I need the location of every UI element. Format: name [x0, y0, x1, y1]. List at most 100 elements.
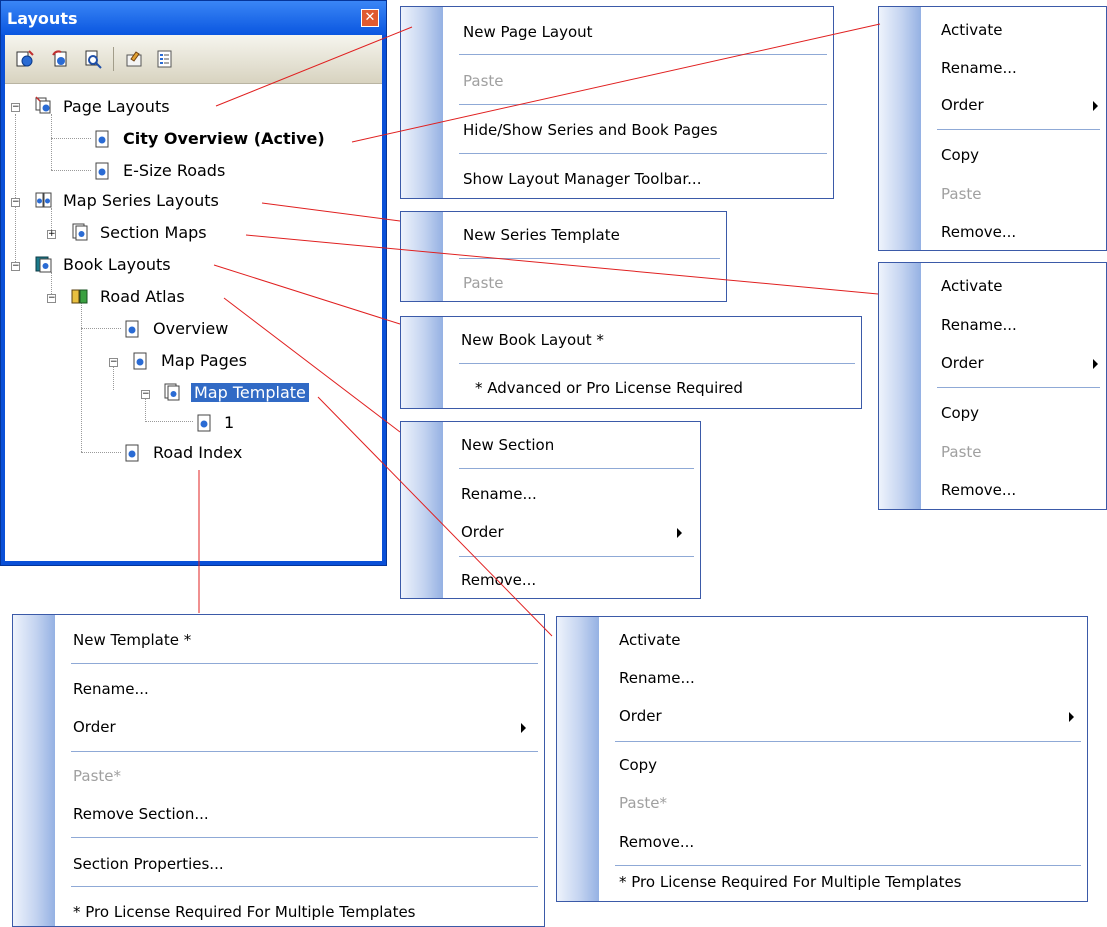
tree-label: Map Series Layouts — [63, 191, 219, 210]
menu-item-remove[interactable]: Remove... — [461, 571, 536, 589]
map-template-context-menu: Activate Rename... Order Copy Paste* Rem… — [556, 616, 1088, 902]
tree-item-road-index[interactable]: Road Index — [5, 442, 305, 464]
menu-item-new-page-layout[interactable]: New Page Layout — [463, 23, 593, 41]
page-layout-icon — [95, 162, 109, 180]
panel-titlebar[interactable]: Layouts ✕ — [1, 1, 386, 35]
menu-item-remove[interactable]: Remove... — [941, 223, 1016, 241]
list-view-icon[interactable] — [155, 49, 175, 69]
menu-item-paste[interactable]: Paste — [941, 443, 982, 461]
tree-item-page-1[interactable]: 1 — [5, 412, 305, 434]
menu-item-new-series-template[interactable]: New Series Template — [463, 226, 620, 244]
tree-item-map-pages[interactable]: − Map Pages — [5, 350, 305, 372]
menu-separator — [459, 258, 720, 259]
menu-strip — [401, 317, 443, 408]
tree-label: 1 — [224, 413, 235, 432]
collapse-toggle[interactable]: − — [11, 262, 20, 271]
tree-label: Page Layouts — [63, 97, 170, 116]
tree-item-road-atlas[interactable]: − Road Atlas — [5, 286, 305, 308]
close-icon[interactable]: ✕ — [361, 9, 379, 27]
toolbar-separator — [113, 47, 114, 71]
menu-item-remove[interactable]: Remove... — [619, 833, 694, 851]
tree-item-section-maps[interactable]: + Section Maps — [5, 222, 305, 244]
menu-item-rename[interactable]: Rename... — [73, 680, 149, 698]
menu-item-activate[interactable]: Activate — [941, 21, 1002, 39]
menu-item-copy[interactable]: Copy — [619, 756, 657, 774]
menu-item-remove-section[interactable]: Remove Section... — [73, 805, 209, 823]
expand-toggle[interactable]: + — [47, 230, 56, 239]
menu-item-rename[interactable]: Rename... — [619, 669, 695, 687]
map-series-icon — [35, 192, 52, 208]
menu-separator — [459, 54, 827, 55]
menu-item-rename[interactable]: Rename... — [461, 485, 537, 503]
page-layout-icon — [197, 414, 211, 432]
menu-item-section-properties[interactable]: Section Properties... — [73, 855, 224, 873]
menu-item-remove[interactable]: Remove... — [941, 481, 1016, 499]
menu-item-new-section[interactable]: New Section — [461, 436, 554, 454]
menu-item-order[interactable]: Order — [73, 718, 116, 736]
menu-separator — [615, 741, 1081, 742]
menu-item-paste[interactable]: Paste* — [619, 794, 667, 812]
submenu-arrow-icon — [1093, 359, 1098, 369]
menu-item-new-book-layout[interactable]: New Book Layout * — [461, 331, 604, 349]
new-page-layout-icon[interactable] — [15, 49, 35, 69]
page-layout-icon — [95, 130, 109, 148]
book-layouts-icon — [35, 256, 52, 273]
menu-separator — [459, 104, 827, 105]
collapse-toggle[interactable]: − — [141, 390, 150, 399]
menu-item-new-template[interactable]: New Template * — [73, 631, 191, 649]
menu-strip — [879, 7, 921, 250]
menu-item-copy[interactable]: Copy — [941, 146, 979, 164]
menu-item-activate[interactable]: Activate — [619, 631, 680, 649]
tree-item-city-overview[interactable]: City Overview (Active) — [5, 128, 365, 150]
submenu-arrow-icon — [1093, 101, 1098, 111]
menu-separator — [937, 129, 1100, 130]
menu-item-paste[interactable]: Paste — [941, 185, 982, 203]
tree-item-book-layouts[interactable]: − Book Layouts — [5, 254, 305, 276]
menu-item-paste[interactable]: Paste — [463, 72, 504, 90]
page-layout-icon — [125, 320, 139, 338]
collapse-toggle[interactable]: − — [109, 358, 118, 367]
tree-label: Road Index — [153, 443, 243, 462]
tree-label: Map Pages — [161, 351, 247, 370]
menu-strip — [557, 617, 599, 901]
panel-title: Layouts — [7, 9, 78, 28]
menu-item-rename[interactable]: Rename... — [941, 59, 1017, 77]
collapse-toggle[interactable]: − — [47, 294, 56, 303]
menu-item-order[interactable]: Order — [619, 707, 662, 725]
menu-item-activate[interactable]: Activate — [941, 277, 1002, 295]
menu-item-paste[interactable]: Paste* — [73, 767, 121, 785]
menu-item-order[interactable]: Order — [461, 523, 504, 541]
menu-item-rename[interactable]: Rename... — [941, 316, 1017, 334]
menu-strip — [401, 7, 443, 198]
road-index-context-menu: New Template * Rename... Order Paste* Re… — [12, 614, 545, 927]
section-maps-context-menu: Activate Rename... Order Copy Paste Remo… — [878, 262, 1107, 510]
tree-label: Map Template — [191, 383, 309, 402]
menu-strip — [13, 615, 55, 926]
menu-strip — [401, 212, 443, 301]
menu-separator — [71, 837, 538, 838]
menu-item-order[interactable]: Order — [941, 354, 984, 372]
tree-item-map-template[interactable]: − Map Template — [5, 382, 335, 404]
menu-item-order[interactable]: Order — [941, 96, 984, 114]
menu-item-hide-show-series[interactable]: Hide/Show Series and Book Pages — [463, 121, 718, 139]
menu-item-copy[interactable]: Copy — [941, 404, 979, 422]
menu-separator — [937, 387, 1100, 388]
tree-label: E-Size Roads — [123, 161, 226, 180]
menu-separator — [71, 663, 538, 664]
menu-separator — [71, 886, 538, 887]
menu-item-paste[interactable]: Paste — [463, 274, 504, 292]
zoom-layout-icon[interactable] — [83, 49, 103, 69]
tree-item-map-series-layouts[interactable]: − Map Series Layouts — [5, 190, 305, 212]
tree-item-e-size-roads[interactable]: E-Size Roads — [5, 160, 305, 182]
new-series-icon[interactable] — [51, 49, 71, 69]
section-maps-icon — [72, 223, 88, 241]
collapse-toggle[interactable]: − — [11, 103, 20, 112]
tree-label: Overview — [153, 319, 229, 338]
collapse-toggle[interactable]: − — [11, 198, 20, 207]
tree-item-overview[interactable]: Overview — [5, 318, 305, 340]
tree-label: Book Layouts — [63, 255, 171, 274]
page-layout-icon — [133, 352, 147, 370]
properties-icon[interactable] — [125, 49, 145, 69]
tree-item-page-layouts[interactable]: − Page Layouts — [5, 96, 305, 118]
menu-item-show-layout-manager-toolbar[interactable]: Show Layout Manager Toolbar... — [463, 170, 701, 188]
